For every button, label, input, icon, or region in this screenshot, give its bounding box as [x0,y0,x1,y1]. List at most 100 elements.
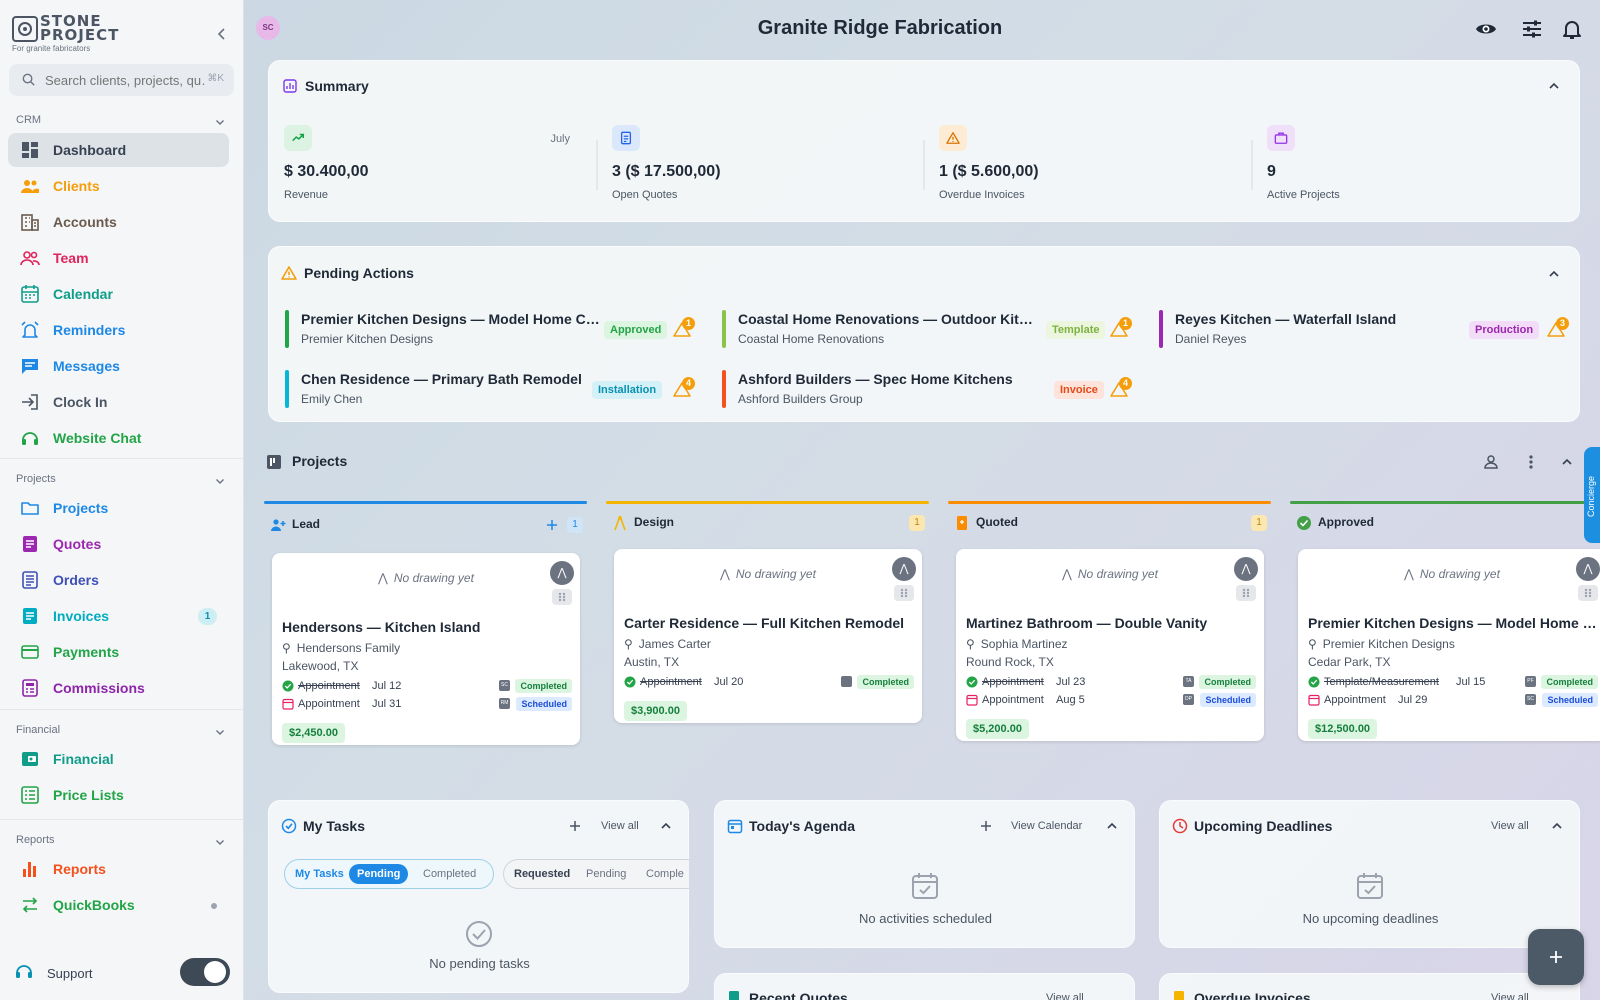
pending-action-item[interactable]: Reyes Kitchen — Waterfall Island Daniel R… [1159,310,1569,350]
drag-handle-icon[interactable] [1236,585,1256,601]
person-filter-icon[interactable] [1482,453,1500,471]
appointment-name: Template/Measurement [1324,676,1439,688]
view-calendar-link[interactable]: View Calendar [1011,820,1082,832]
add-task-icon[interactable] [569,820,581,832]
sidebar-item-invoices[interactable]: Invoices 1 [8,599,229,633]
pending-action-title: Reyes Kitchen — Waterfall Island [1175,311,1397,327]
metric-revenue[interactable]: $ 30.400,00 Revenue July [284,125,584,215]
sidebar-item-projects[interactable]: Projects [8,491,229,525]
project-card[interactable]: ⋀ No drawing yet ⋀ Carter Residence — Full … [614,549,922,723]
project-card[interactable]: ⋀ No drawing yet ⋀ Hendersons — Kitchen Isl… [272,553,580,745]
check-circle-icon [624,676,636,688]
tab-requested-pending[interactable]: Pending [578,864,634,884]
sidebar-item-accounts[interactable]: Accounts [8,205,229,239]
metric-overdue-invoices[interactable]: 1 ($ 5.600,00) Overdue Invoices [939,125,1239,215]
sidebar-item-reports[interactable]: Reports [8,852,229,886]
appointment-row[interactable]: Appointment Jul 31 RM Scheduled [282,697,572,713]
sidebar-item-label: Reports [53,861,106,877]
sidebar-item-label: Website Chat [53,430,142,446]
deadlines-view-all-link[interactable]: View all [1491,820,1529,832]
collapse-sidebar-icon[interactable] [214,26,230,42]
tab-requested-completed[interactable]: Comple [638,864,689,884]
alert-icon[interactable]: 1 [1110,317,1132,339]
recent-quotes-view-all[interactable]: View all [1046,992,1084,1000]
sidebar-item-team[interactable]: Team [8,241,229,275]
section-header-crm[interactable]: CRM [16,114,232,130]
tab-completed[interactable]: Completed [415,864,484,884]
drag-handle-icon[interactable] [894,585,914,601]
add-lead-icon[interactable] [546,519,558,531]
search-input[interactable] [45,70,205,90]
concierge-tab[interactable]: Concierge [1584,447,1600,543]
sidebar-item-website-chat[interactable]: Website Chat [8,421,229,455]
project-card[interactable]: ⋀ No drawing yet ⋀ Martinez Bathroom — Doub… [956,549,1264,741]
pending-action-item[interactable]: Ashford Builders — Spec Home Kitchens Ash… [722,370,1132,410]
summary-icon [283,79,297,93]
alert-icon[interactable]: 4 [1110,377,1132,399]
assignee-avatar[interactable]: ⋀ [1576,557,1600,581]
chevron-up-icon[interactable] [659,819,673,833]
section-header-reports[interactable]: Reports [16,834,232,850]
sidebar-item-financial[interactable]: Financial [8,742,229,776]
appointment-row[interactable]: Appointment Jul 29 SC Scheduled [1308,693,1598,709]
sidebar-item-clock-in[interactable]: Clock In [8,385,229,419]
user-avatar[interactable]: SC [256,16,280,40]
chevron-up-icon[interactable] [1560,455,1574,469]
eye-icon[interactable] [1474,17,1498,41]
sidebar-item-payments[interactable]: Payments [8,635,229,669]
appointment-row[interactable]: Appointment Jul 23 TA Completed [966,675,1256,691]
sidebar-item-orders[interactable]: Orders [8,563,229,597]
chevron-up-icon[interactable] [1550,819,1564,833]
sidebar-item-messages[interactable]: Messages [8,349,229,383]
support-toggle[interactable] [180,958,230,986]
app-logo[interactable]: STONE PROJECT For granite fabricators [12,14,212,53]
sidebar-item-quotes[interactable]: Quotes [8,527,229,561]
overdue-invoices-view-all[interactable]: View all [1491,992,1529,1000]
fab-add-button[interactable] [1528,929,1584,985]
tab-pending[interactable]: Pending [349,864,409,884]
chevron-up-icon[interactable] [1547,79,1561,93]
assignee-avatar[interactable]: ⋀ [892,557,916,581]
appointment-row[interactable]: Appointment Jul 20 Completed [624,675,914,691]
appointment-row[interactable]: Template/Measurement Jul 15 PF Completed [1308,675,1598,691]
sidebar-item-reminders[interactable]: Reminders [8,313,229,347]
bell-icon[interactable] [1560,17,1584,41]
section-header-projects[interactable]: Projects [16,473,232,489]
pending-action-item[interactable]: Premier Kitchen Designs — Model Home Co…… [285,310,695,350]
more-vert-icon[interactable] [1522,453,1540,471]
alert-icon[interactable]: 3 [1547,317,1569,339]
tab-my-tasks[interactable]: My Tasks [287,864,352,884]
drag-handle-icon[interactable] [1578,585,1598,601]
sidebar-item-clients[interactable]: Clients [8,169,229,203]
metric-active-projects[interactable]: 9 Active Projects [1267,125,1567,215]
search-box[interactable]: ⌘K [9,64,234,96]
sidebar-item-commissions[interactable]: Commissions [8,671,229,705]
add-activity-icon[interactable] [980,820,992,832]
pending-action-item[interactable]: Chen Residence — Primary Bath Remodel Emi… [285,370,695,410]
chevron-up-icon[interactable] [1547,267,1561,281]
sidebar-item-quickbooks[interactable]: QuickBooks [8,888,229,922]
drag-handle-icon[interactable] [552,589,572,605]
recent-quotes-panel: Recent Quotes View all [714,973,1135,1000]
section-header-financial[interactable]: Financial [16,724,232,740]
alert-icon[interactable]: 4 [673,377,695,399]
agenda-empty-text: No activities scheduled [859,911,992,926]
metric-open-quotes[interactable]: 3 ($ 17.500,00) Open Quotes [612,125,912,215]
tab-requested[interactable]: Requested [506,864,578,884]
alert-icon[interactable]: 1 [673,317,695,339]
sidebar-item-price-lists[interactable]: Price Lists [8,778,229,812]
appointment-row[interactable]: Appointment Aug 5 DP Scheduled [966,693,1256,709]
appointment-row[interactable]: Appointment Jul 12 SC Completed [282,679,572,695]
tasks-view-all-link[interactable]: View all [601,820,639,832]
assignee-avatar[interactable]: ⋀ [1234,557,1258,581]
sidebar-item-label: Projects [53,500,109,516]
pending-action-client: Coastal Home Renovations [738,332,885,346]
assignee-avatar[interactable]: ⋀ [550,561,574,585]
tune-icon[interactable] [1520,17,1544,41]
appointment-date: Jul 29 [1398,694,1428,706]
project-card[interactable]: ⋀ No drawing yet ⋀ Premier Kitchen Designs … [1298,549,1600,741]
sidebar-item-dashboard[interactable]: Dashboard [8,133,229,167]
chevron-up-icon[interactable] [1105,819,1119,833]
sidebar-item-calendar[interactable]: Calendar [8,277,229,311]
pending-action-item[interactable]: Coastal Home Renovations — Outdoor Kitc…… [722,310,1132,350]
